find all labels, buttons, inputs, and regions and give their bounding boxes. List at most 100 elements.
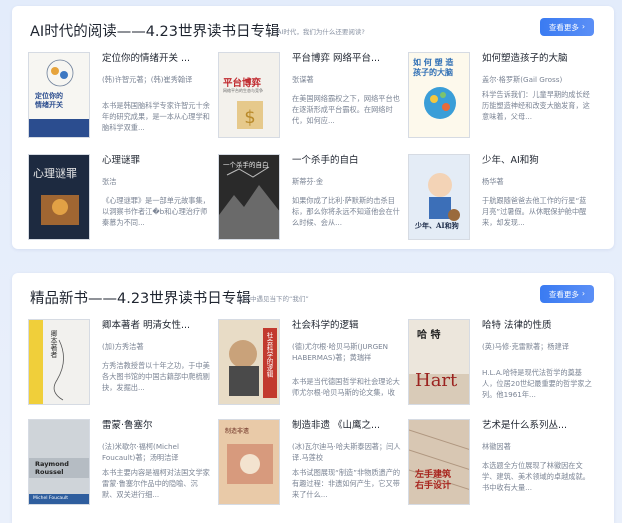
book-description: 如果你成了比利·萨默斯的击杀目标，那么你将永远不知道他会在什么时候、会从...: [292, 196, 400, 227]
book-author: 盖尔·格罗斯(Gail Gross): [482, 75, 563, 84]
cover-title: 一个杀手的自白: [223, 161, 269, 169]
book-description: 本书主要内容是福柯对法国文学家雷蒙·鲁塞尔作品中的隐喻、沉默、双关进行细...: [102, 468, 210, 499]
book-author: (冰)瓦尔迪马·哈夫斯泰因著；闫人译.马莲校: [292, 442, 401, 462]
cover-title: 平台博弈: [223, 78, 262, 89]
book-card[interactable]: 定位你的 情绪开关 定位你的情绪开关 ... (韩)许智元著；(韩)崔秀翰译 本…: [28, 52, 218, 140]
book-description: 在美国网络霸权之下，网络平台也在逐渐形成平台霸权。在网络时代，如何应...: [292, 94, 400, 125]
cover-author: Michel Foucault: [33, 496, 69, 501]
book-cover[interactable]: 定位你的 情绪开关: [28, 52, 90, 138]
book-card[interactable]: 少年、AI和狗 少年、AI和狗 杨华著 于航跟随爸爸去他工作的行星“蓝月亮”过暑…: [408, 154, 598, 242]
book-description: 本选题全方位展现了林徽因在文学、建筑、美术领域的卓越成就。书中收有大量...: [482, 461, 590, 492]
cover-line: Roussel: [35, 468, 64, 476]
book-description: 本书试图展现“制造”非物质遗产的有趣过程：非遗如何产生，它又带来了什么...: [292, 468, 401, 499]
cover-title: 少年、AI和狗: [415, 221, 459, 230]
book-cover[interactable]: 心理谜罪: [28, 154, 90, 240]
cover-title: 如 何 塑 造 孩子的大脑: [413, 57, 453, 77]
section-title: AI时代的阅读——4.23世界读书日专辑: [30, 24, 280, 40]
cover-title: 心理谜罪: [33, 167, 77, 180]
book-cover[interactable]: 哈 特 Hart: [408, 319, 470, 405]
book-title[interactable]: 雷蒙·鲁塞尔: [102, 419, 212, 433]
book-info: 如何塑造孩子的大脑 盖尔·格罗斯(Gail Gross) 科学告诉我们：儿童早期…: [482, 52, 592, 122]
view-more-label: 查看更多: [548, 289, 579, 299]
cover-line: 定位你的: [35, 91, 63, 100]
book-card[interactable]: 心理谜罪 心理谜罪 张洁 《心理谜罪》是一部单元故事集，以洞察书作者江�b和心理…: [28, 154, 218, 242]
book-description: 方秀洁教授曾以十年之功，于中美各大图书馆的中国古籍部中爬梳剔抉，发掘出...: [102, 361, 210, 392]
book-description: 科学告诉我们：儿童早期的成长经历能塑造神经和改变大脑发育，这意味着，父母...: [482, 90, 590, 121]
book-author: 林徽因著: [482, 442, 511, 451]
book-title[interactable]: 卿本著者 明清女性...: [102, 319, 212, 333]
book-cover[interactable]: 左手建筑 右手设计: [408, 419, 470, 505]
book-card[interactable]: 左手建筑 右手设计 艺术是什么系列丛... 林徽因著 本选题全方位展现了林徽因在…: [408, 419, 598, 507]
book-card[interactable]: 哈 特 Hart 哈特 法律的性质 (英)马修·克雷默著；杨建译 H.L.A.哈…: [408, 319, 598, 407]
book-info: 一个杀手的自白 斯蒂芬·金 如果你成了比利·萨默斯的击杀目标，那么你将永远不知道…: [292, 154, 402, 228]
book-author: 斯蒂芬·金: [292, 177, 324, 186]
cover-title: 卿本著者: [50, 330, 58, 358]
book-author: (法)米歇尔·福柯(Michel Foucault)著；汤明洁译: [102, 442, 179, 462]
book-card[interactable]: 社会科学的逻辑 社会科学的逻辑 (德)尤尔根·哈贝马斯(JURGEN HABER…: [218, 319, 408, 407]
book-cover[interactable]: 少年、AI和狗: [408, 154, 470, 240]
cover-line: 孩子的大脑: [413, 67, 453, 77]
book-title[interactable]: 定位你的情绪开关 ...: [102, 52, 212, 66]
book-title[interactable]: 平台博弈 网络平台...: [292, 52, 402, 66]
section-ai-reading: AI时代的阅读——4.23世界读书日专辑 AI时代，我们为什么还要阅读? 查看更…: [12, 6, 614, 249]
book-cover[interactable]: 一个杀手的自白: [218, 154, 280, 240]
book-card[interactable]: Raymond Roussel Michel Foucault 雷蒙·鲁塞尔 (…: [28, 419, 218, 507]
book-title[interactable]: 一个杀手的自白: [292, 154, 402, 168]
cover-line: 左手建筑: [415, 470, 452, 480]
book-title[interactable]: 制造非遗 《山鹰之...: [292, 419, 402, 433]
view-more-label: 查看更多: [548, 22, 579, 32]
book-title[interactable]: 如何塑造孩子的大脑: [482, 52, 592, 66]
view-more-button[interactable]: 查看更多 ›: [540, 18, 594, 36]
book-info: 制造非遗 《山鹰之... (冰)瓦尔迪马·哈夫斯泰因著；闫人译.马莲校 本书试图…: [292, 419, 402, 500]
section-header: AI时代的阅读——4.23世界读书日专辑 AI时代，我们为什么还要阅读? 查看更…: [30, 18, 596, 40]
book-cover[interactable]: 卿本著者: [28, 319, 90, 405]
book-author: (韩)许智元著；(韩)崔秀翰译: [102, 75, 193, 84]
book-card[interactable]: 如 何 塑 造 孩子的大脑 如何塑造孩子的大脑 盖尔·格罗斯(Gail Gros…: [408, 52, 598, 140]
book-cover[interactable]: 社会科学的逻辑: [218, 319, 280, 405]
book-info: 社会科学的逻辑 (德)尤尔根·哈贝马斯(JURGEN HABERMAS)著；黄瑞…: [292, 319, 402, 398]
book-description: 于航跟随爸爸去他工作的行星“蓝月亮”过暑假。从休眠保护舱中醒来，却发现...: [482, 196, 587, 227]
book-info: 卿本著者 明清女性... (加)方秀洁著 方秀洁教授曾以十年之功，于中美各大图书…: [102, 319, 212, 393]
section-header: 精品新书——4.23世界读书日专辑 在书中遇见当下的“我们” 查看更多 ›: [30, 285, 596, 307]
chevron-right-icon: ›: [581, 289, 586, 298]
book-author: 张洁: [102, 177, 117, 186]
cover-line: Raymond: [35, 460, 69, 468]
book-description: 《心理谜罪》是一部单元故事集，以洞察书作者江�b和心理治疗师秦慕为不同...: [102, 196, 210, 227]
book-title[interactable]: 少年、AI和狗: [482, 154, 592, 168]
book-description: 本书是韩国脑科学专家许智元十余年的研究成果，是一本从心理学和脑科学双重...: [102, 101, 210, 132]
book-title[interactable]: 哈特 法律的性质: [482, 319, 592, 333]
book-description: 本书是当代德国哲学和社会理论大师尤尔根·哈贝马斯的论文集，收入四篇。九篇...: [292, 377, 400, 397]
book-author: (德)尤尔根·哈贝马斯(JURGEN HABERMAS)著；黄瑞祥: [292, 342, 389, 362]
cover-subtitle: Hart: [415, 370, 458, 391]
book-title[interactable]: 心理谜罪: [102, 154, 212, 168]
book-info: 哈特 法律的性质 (英)马修·克雷默著；杨建译 H.L.A.哈特是现代法哲学的奠…: [482, 319, 592, 400]
book-cover[interactable]: 制造非遗: [218, 419, 280, 505]
book-card[interactable]: 一个杀手的自白 一个杀手的自白 斯蒂芬·金 如果你成了比利·萨默斯的击杀目标，那…: [218, 154, 408, 242]
book-info: 定位你的情绪开关 ... (韩)许智元著；(韩)崔秀翰译 本书是韩国脑科学专家许…: [102, 52, 212, 133]
view-more-button[interactable]: 查看更多 ›: [540, 285, 594, 303]
cover-subtitle: 网络平台的生态与竞争: [223, 88, 263, 93]
book-card[interactable]: 卿本著者 卿本著者 明清女性... (加)方秀洁著 方秀洁教授曾以十年之功，于中…: [28, 319, 218, 407]
cover-title: 社会科学的逻辑: [265, 332, 273, 378]
book-title[interactable]: 社会科学的逻辑: [292, 319, 402, 333]
book-title[interactable]: 艺术是什么系列丛...: [482, 419, 592, 433]
book-author: (加)方秀洁著: [102, 342, 144, 351]
cover-line: 如 何 塑 造: [413, 57, 454, 67]
book-card[interactable]: 制造非遗 制造非遗 《山鹰之... (冰)瓦尔迪马·哈夫斯泰因著；闫人译.马莲校…: [218, 419, 408, 507]
section-new-books: 精品新书——4.23世界读书日专辑 在书中遇见当下的“我们” 查看更多 › 卿本…: [12, 273, 614, 523]
section-subtitle: 在书中遇见当下的“我们”: [237, 295, 309, 303]
cover-line: 右手设计: [415, 481, 452, 491]
svg-text:$: $: [244, 107, 255, 128]
book-card[interactable]: $ 平台博弈 网络平台的生态与竞争 平台博弈 网络平台... 张谋著 在美国网络…: [218, 52, 408, 140]
book-info: 平台博弈 网络平台... 张谋著 在美国网络霸权之下，网络平台也在逐渐形成平台霸…: [292, 52, 402, 126]
book-cover[interactable]: 如 何 塑 造 孩子的大脑: [408, 52, 470, 138]
section-title: 精品新书——4.23世界读书日专辑: [30, 291, 251, 307]
book-cover[interactable]: Raymond Roussel Michel Foucault: [28, 419, 90, 505]
book-cover[interactable]: $ 平台博弈 网络平台的生态与竞争: [218, 52, 280, 138]
cover-title: 定位你的 情绪开关: [35, 91, 63, 109]
cover-title: Raymond Roussel: [35, 460, 69, 476]
cover-line: 情绪开关: [35, 100, 63, 109]
cover-title: 制造非遗: [225, 428, 250, 435]
cover-title: 左手建筑 右手设计: [415, 470, 451, 492]
book-info: 心理谜罪 张洁 《心理谜罪》是一部单元故事集，以洞察书作者江�b和心理治疗师秦慕…: [102, 154, 212, 228]
